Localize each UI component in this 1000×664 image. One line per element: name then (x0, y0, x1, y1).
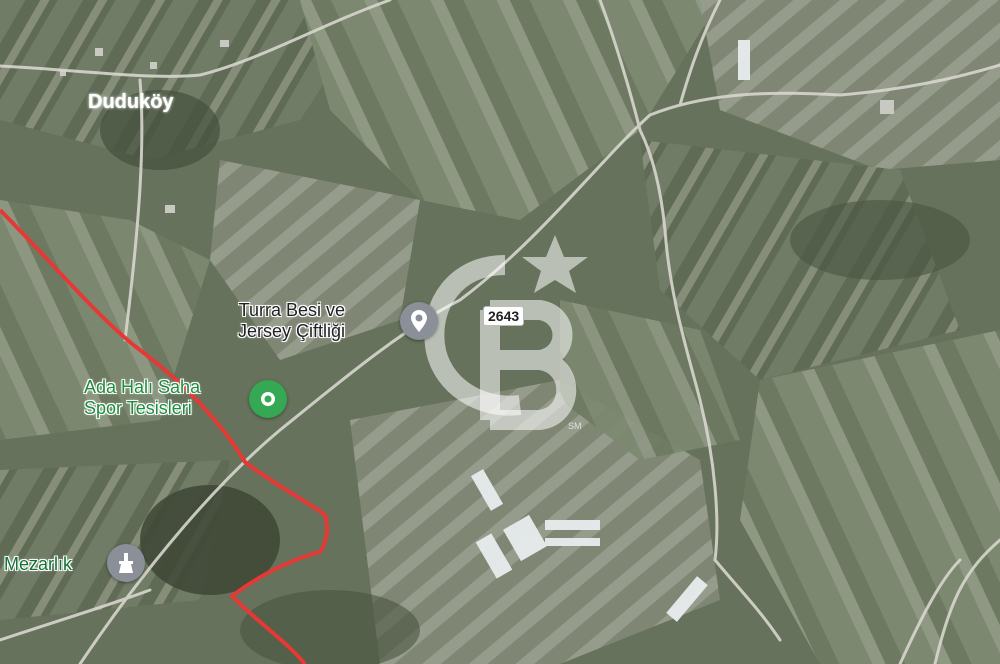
town-label[interactable]: Duduköy (88, 92, 174, 113)
satellite-map[interactable]: SM Duduköy Turra Besi ve Jersey Çiftliği… (0, 0, 1000, 664)
monument-icon[interactable] (107, 544, 145, 582)
watermark-logo: SM (424, 235, 588, 431)
sports-label[interactable]: Ada Halı Saha Spor Tesisleri (84, 377, 200, 419)
star-icon (522, 235, 588, 293)
location-pin-icon[interactable] (249, 380, 287, 418)
watermark-mark: SM (568, 421, 582, 431)
farm-label[interactable]: Turra Besi ve Jersey Çiftliği (238, 300, 345, 342)
location-pin-icon[interactable] (400, 302, 438, 340)
cemetery-label[interactable]: Mezarlık (4, 554, 72, 575)
road-number-badge: 2643 (483, 306, 525, 326)
